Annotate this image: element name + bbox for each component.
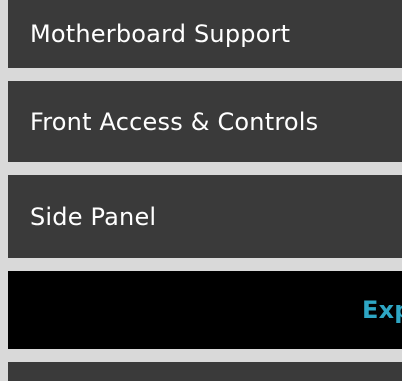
menu-item-label: Motherboard Support [30, 20, 291, 48]
menu-item-expansion-active[interactable]: Exp [8, 271, 402, 349]
menu-item-partial[interactable] [8, 362, 402, 381]
menu-item-front-access-controls[interactable]: Front Access & Controls [8, 81, 402, 162]
menu-item-motherboard-support[interactable]: Motherboard Support [8, 0, 402, 68]
menu-item-label: Side Panel [30, 202, 157, 231]
menu-item-label: Exp [362, 296, 402, 324]
menu-item-side-panel[interactable]: Side Panel [8, 175, 402, 258]
menu-item-label: Front Access & Controls [30, 107, 319, 136]
